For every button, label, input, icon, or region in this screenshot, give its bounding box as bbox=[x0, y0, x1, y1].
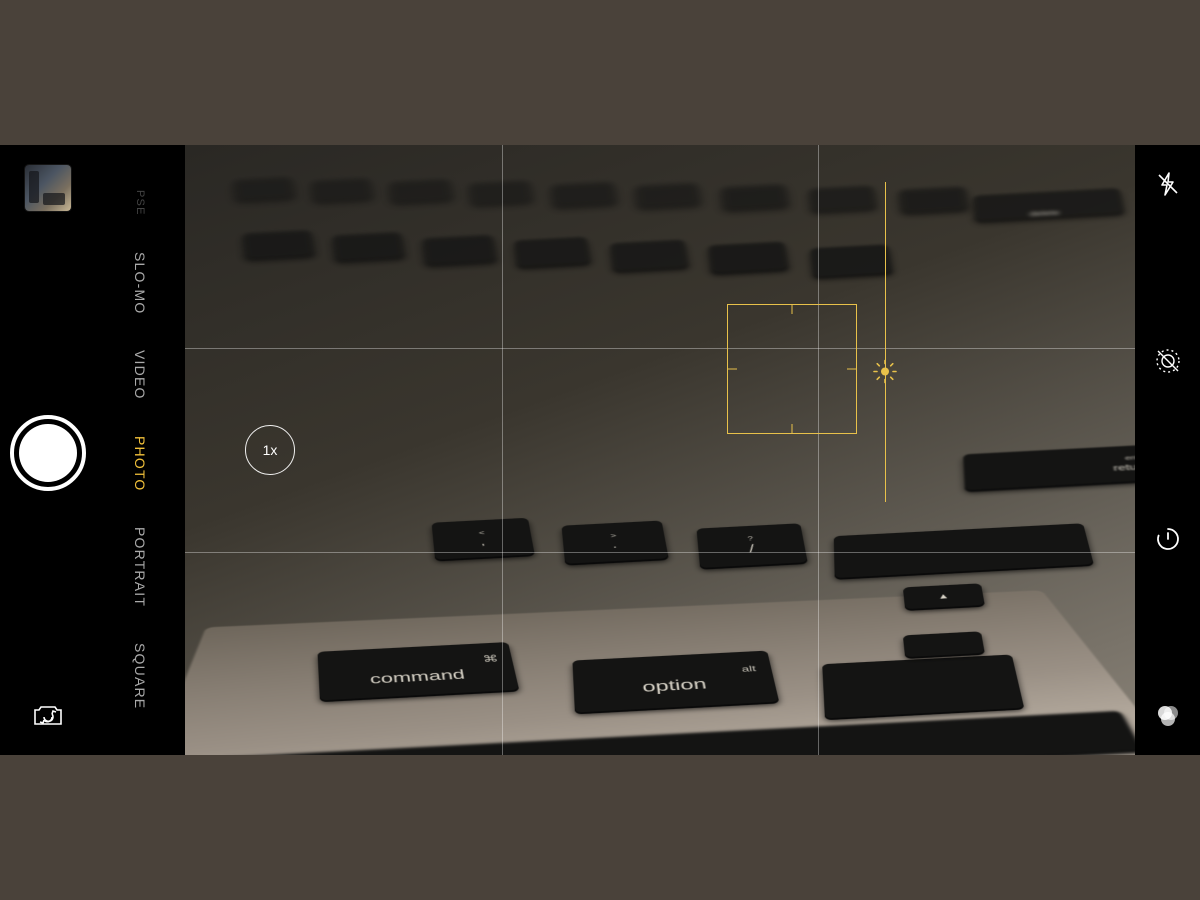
filters-icon bbox=[1153, 701, 1183, 731]
exposure-slider-handle[interactable] bbox=[873, 359, 897, 388]
key-blur-row2 bbox=[899, 186, 969, 212]
key-blur-row bbox=[514, 237, 591, 267]
live-photo-toggle-button[interactable] bbox=[1151, 344, 1185, 378]
viewfinder[interactable]: ⌘ command alt option < , > . ? / ▲ enter… bbox=[185, 145, 1135, 755]
mode-item-portrait[interactable]: PORTRAIT bbox=[132, 527, 148, 607]
flash-toggle-button[interactable] bbox=[1151, 167, 1185, 201]
key-blur-row bbox=[242, 230, 315, 259]
mode-item-slo-mo[interactable]: SLO-MO bbox=[132, 252, 148, 314]
right-control-bar bbox=[1135, 145, 1200, 755]
switch-camera-button[interactable] bbox=[28, 695, 68, 735]
grid-line bbox=[185, 348, 1135, 349]
mode-item-square[interactable]: SQUARE bbox=[132, 643, 148, 709]
key-blur-row2 bbox=[389, 179, 453, 203]
exposure-slider-track bbox=[885, 182, 886, 502]
shutter-button[interactable] bbox=[10, 415, 86, 491]
key-right-command bbox=[822, 655, 1024, 719]
key-arrow-down-cluster bbox=[903, 631, 985, 657]
mode-item-photo[interactable]: PHOTO bbox=[132, 436, 148, 492]
filters-button[interactable] bbox=[1151, 699, 1185, 733]
live-photo-off-icon bbox=[1153, 346, 1183, 376]
key-period: > . bbox=[561, 521, 668, 564]
mode-selector[interactable]: PSE SLO-MO VIDEO PHOTO PORTRAIT SQUARE bbox=[95, 145, 185, 755]
timer-button[interactable] bbox=[1151, 522, 1185, 556]
mode-item-timelapse-partial[interactable]: PSE bbox=[134, 190, 146, 216]
focus-indicator bbox=[727, 304, 857, 434]
key-blur-row bbox=[810, 244, 893, 277]
flash-off-icon bbox=[1154, 170, 1182, 198]
key-blur-row2 bbox=[721, 184, 789, 210]
timer-icon bbox=[1154, 525, 1182, 553]
key-arrow-up: ▲ bbox=[903, 583, 985, 609]
mode-item-video[interactable]: VIDEO bbox=[132, 350, 148, 400]
key-comma: < , bbox=[432, 518, 535, 560]
key-blur-row bbox=[422, 235, 497, 265]
mode-list: PSE SLO-MO VIDEO PHOTO PORTRAIT SQUARE bbox=[132, 145, 148, 755]
key-blur-row bbox=[708, 242, 789, 274]
left-control-bar bbox=[0, 145, 95, 755]
key-blur-row2 bbox=[635, 183, 701, 208]
switch-camera-icon bbox=[31, 701, 65, 729]
key-blur-row2 bbox=[311, 178, 373, 202]
zoom-level-label: 1x bbox=[263, 442, 278, 458]
key-blur-row bbox=[610, 240, 689, 271]
key-blur-row2 bbox=[233, 177, 295, 201]
key-return: enter return bbox=[963, 444, 1135, 490]
last-photo-thumbnail[interactable] bbox=[25, 165, 71, 211]
grid-line bbox=[818, 145, 819, 755]
key-delete: delete bbox=[973, 188, 1124, 221]
camera-app-frame: PSE SLO-MO VIDEO PHOTO PORTRAIT SQUARE ⌘… bbox=[0, 145, 1200, 755]
grid-line bbox=[185, 552, 1135, 553]
key-blur-row2 bbox=[551, 182, 617, 207]
sun-icon bbox=[873, 359, 897, 383]
zoom-level-button[interactable]: 1x bbox=[245, 425, 295, 475]
key-blur-row bbox=[332, 232, 405, 261]
grid-line bbox=[502, 145, 503, 755]
key-slash: ? / bbox=[696, 523, 807, 568]
